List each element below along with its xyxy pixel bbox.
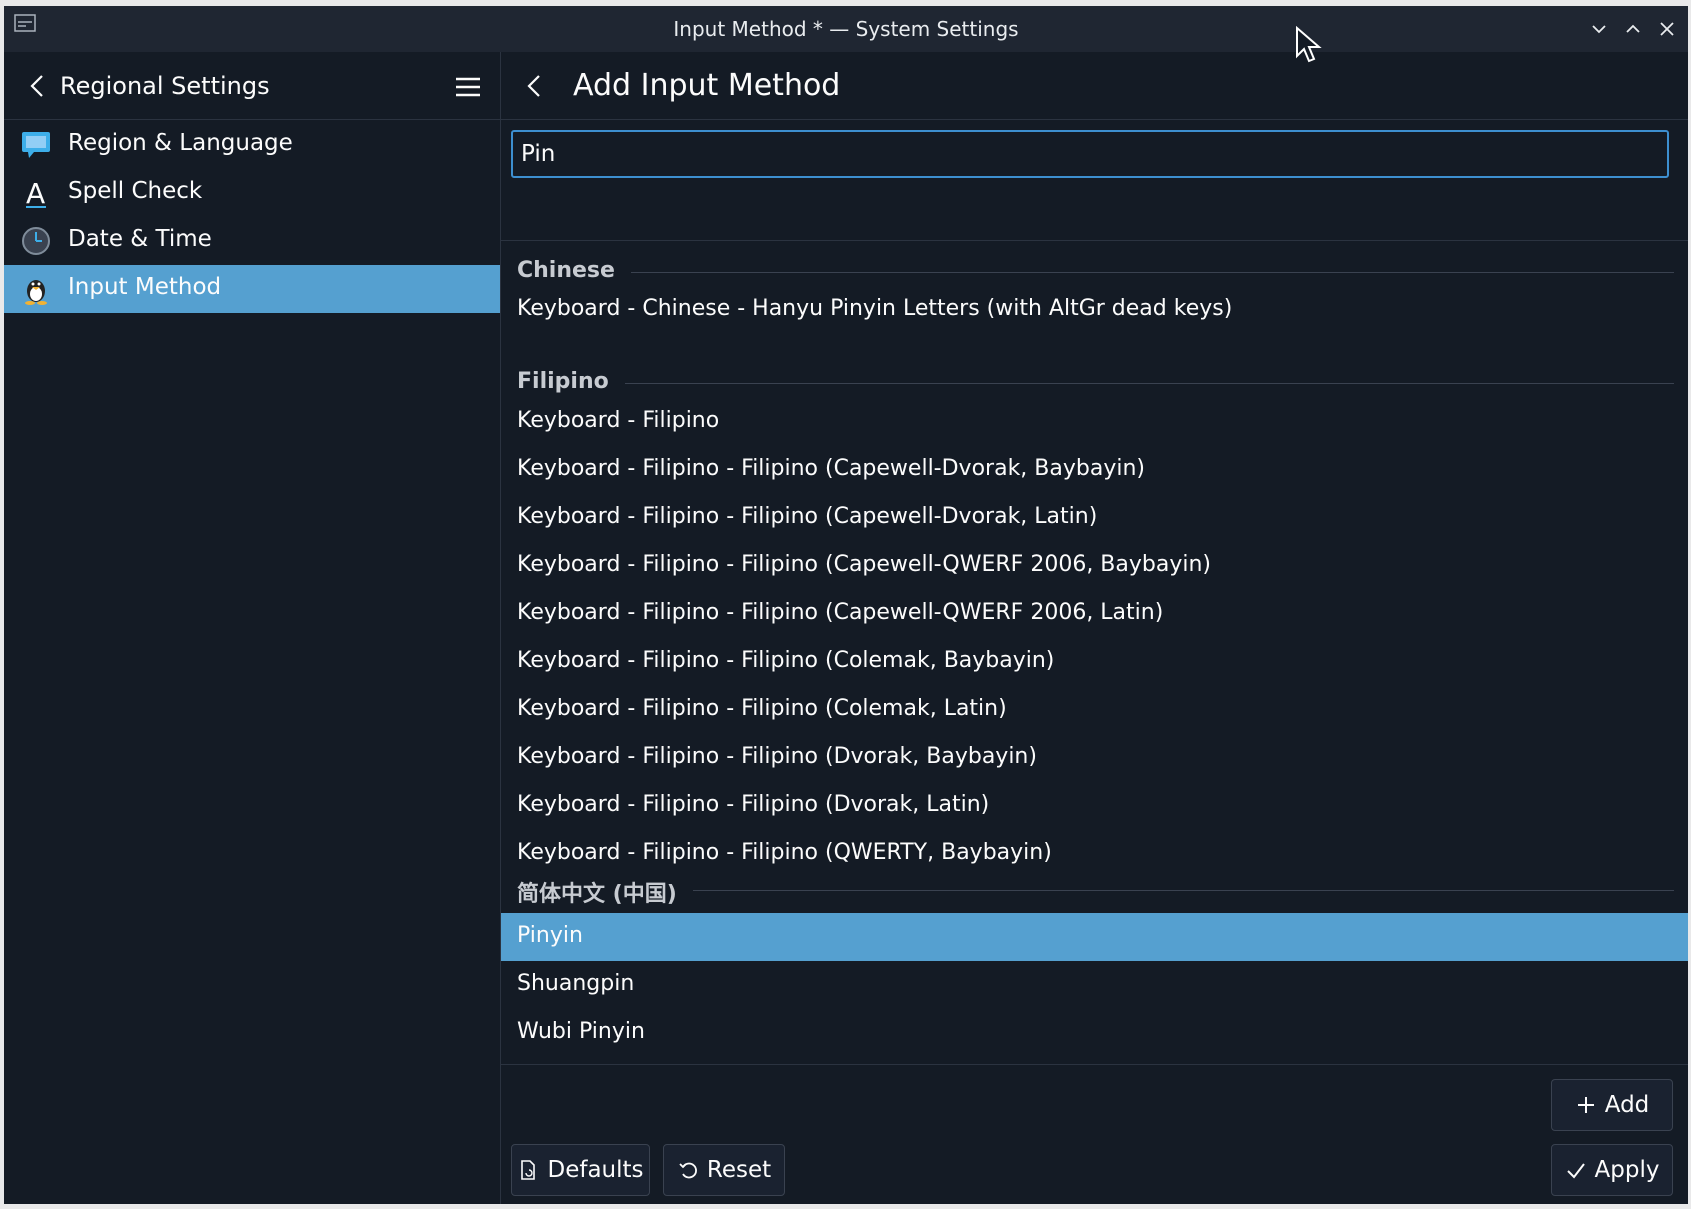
sidebar-header: Regional Settings [4,52,500,120]
svg-text:A: A [26,177,45,209]
sidebar-item-date-time[interactable]: Date & Time [4,217,500,265]
section-divider [517,272,1674,273]
close-button[interactable] [1656,18,1678,40]
sidebar: Regional Settings Region & Language A Sp… [4,52,501,1204]
list-item[interactable]: Keyboard - Filipino - Filipino (Dvorak, … [501,782,1688,830]
region-language-icon [22,132,50,158]
page-header: Add Input Method [501,52,1688,120]
sidebar-item-region-language[interactable]: Region & Language [4,121,500,169]
list-item[interactable]: Keyboard - Filipino [501,398,1688,446]
title-bar: Input Method * — System Settings [4,6,1688,63]
list-item-selected[interactable]: Pinyin [501,913,1688,961]
plus-icon [1577,1097,1594,1113]
section-divider [517,383,1674,384]
undo-icon [679,1162,697,1179]
chevron-up-icon [1626,24,1640,33]
main-panel: Add Input Method Chinese Keyboard - Chin… [501,52,1688,1204]
minimize-button[interactable] [1588,18,1610,40]
maximize-button[interactable] [1622,18,1644,40]
defaults-button[interactable]: Defaults [511,1144,650,1196]
section-header-filipino: Filipino [501,363,1688,403]
apply-button[interactable]: Apply [1551,1144,1673,1196]
list-item[interactable]: Keyboard - Filipino - Filipino (Dvorak, … [501,734,1688,782]
footer-divider [501,1064,1688,1065]
back-arrow-icon[interactable] [24,72,52,100]
close-icon [1660,22,1674,36]
back-arrow-icon[interactable] [521,72,549,100]
add-button[interactable]: Add [1551,1079,1673,1131]
list-item[interactable]: Wubi Pinyin [501,1009,1688,1057]
clock-icon [22,227,50,255]
checkmark-icon [1566,1163,1585,1179]
list-item[interactable]: Keyboard - Chinese - Hanyu Pinyin Letter… [501,286,1688,334]
document-defaults-icon [521,1160,536,1180]
reset-button[interactable]: Reset [663,1144,785,1196]
list-item[interactable]: Keyboard - Filipino - Filipino (Colemak,… [501,638,1688,686]
hamburger-menu-icon[interactable] [454,74,482,100]
settings-window: Input Method * — System Settings Regiona… [4,6,1688,1204]
list-item[interactable]: Keyboard - Filipino - Filipino (Colemak,… [501,686,1688,734]
sidebar-item-spell-check[interactable]: A Spell Check [4,169,500,217]
list-item[interactable]: Keyboard - Filipino - Filipino (Capewell… [501,494,1688,542]
spell-check-icon: A [26,177,46,209]
list-item[interactable]: Keyboard - Filipino - Filipino (Capewell… [501,542,1688,590]
search-area [501,118,1688,241]
sidebar-title: Regional Settings [60,72,270,100]
list-item[interactable]: Keyboard - Filipino - Filipino (Capewell… [501,446,1688,494]
section-header-simplified-chinese: 简体中文 (中国) [501,870,1688,910]
window-title: Input Method * — System Settings [673,17,1019,41]
list-item[interactable]: Keyboard - Filipino - Filipino (Capewell… [501,590,1688,638]
search-input[interactable] [511,130,1669,178]
input-method-icon [25,280,47,305]
sidebar-item-input-method[interactable]: Input Method [4,265,500,313]
chevron-down-icon [1592,25,1606,34]
page-title: Add Input Method [573,68,841,103]
list-item[interactable]: Shuangpin [501,961,1688,1009]
